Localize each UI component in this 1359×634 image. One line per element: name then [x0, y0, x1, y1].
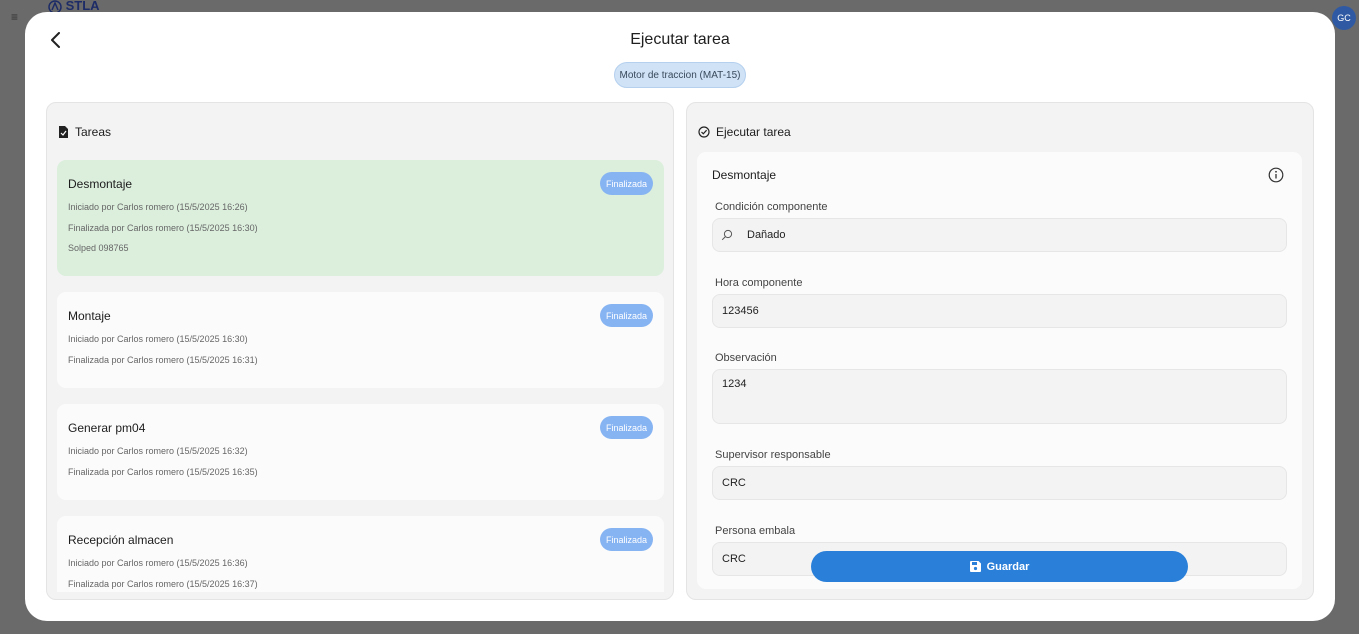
task-item-montaje[interactable]: Montaje Finalizada Iniciado por Carlos r…	[57, 292, 664, 388]
packer-label: Persona embala	[715, 525, 796, 537]
form-task-name: Desmontaje	[712, 168, 777, 182]
menu-icon: ≡	[11, 10, 19, 24]
task-started: Iniciado por Carlos romero (15/5/2025 16…	[68, 334, 248, 344]
task-started: Iniciado por Carlos romero (15/5/2025 16…	[68, 202, 248, 212]
condition-label: Condición componente	[715, 201, 828, 213]
status-badge: Finalizada	[599, 416, 653, 439]
modal-title: Ejecutar tarea	[630, 31, 730, 48]
check-circle-icon	[698, 126, 710, 138]
execute-panel: Ejecutar tarea Desmontaje Condición comp…	[686, 102, 1314, 600]
task-finished: Finalizada por Carlos romero (15/5/2025 …	[68, 579, 258, 589]
search-icon	[721, 229, 733, 241]
task-finished: Finalizada por Carlos romero (15/5/2025 …	[68, 467, 258, 477]
execute-form: Desmontaje Condición componente Dañado H…	[697, 152, 1302, 589]
execute-panel-header: Ejecutar tarea	[698, 125, 791, 139]
condition-select[interactable]: Dañado	[712, 218, 1287, 252]
task-name: Desmontaje	[68, 177, 133, 191]
execute-panel-title: Ejecutar tarea	[716, 125, 791, 139]
asset-chip: Motor de traccion (MAT-15)	[614, 62, 746, 88]
avatar[interactable]: GC	[1332, 6, 1356, 30]
task-item-desmontaje[interactable]: Desmontaje Finalizada Iniciado por Carlo…	[57, 160, 664, 276]
task-name: Generar pm04	[68, 421, 146, 435]
status-badge: Finalizada	[599, 528, 653, 551]
task-item-recepcion-almacen[interactable]: Recepción almacen Finalizada Iniciado po…	[57, 516, 664, 592]
save-button[interactable]: Guardar	[811, 551, 1188, 582]
task-name: Montaje	[68, 309, 111, 323]
task-name: Recepción almacen	[68, 533, 174, 547]
supervisor-label: Supervisor responsable	[715, 449, 831, 461]
task-extra: Solped 098765	[68, 243, 129, 253]
observation-textarea[interactable]: 1234	[712, 369, 1287, 424]
floppy-disk-icon	[969, 561, 981, 572]
tasks-panel-header: Tareas	[58, 125, 111, 139]
task-started: Iniciado por Carlos romero (15/5/2025 16…	[68, 446, 248, 456]
task-finished: Finalizada por Carlos romero (15/5/2025 …	[68, 355, 258, 365]
task-finished: Finalizada por Carlos romero (15/5/2025 …	[68, 223, 258, 233]
tasks-panel-title: Tareas	[75, 125, 112, 139]
save-button-label: Guardar	[986, 560, 1030, 573]
task-item-generar-pm04[interactable]: Generar pm04 Finalizada Iniciado por Car…	[57, 404, 664, 500]
hours-label: Hora componente	[715, 277, 803, 289]
supervisor-input[interactable]: CRC	[712, 466, 1287, 500]
status-badge: Finalizada	[599, 304, 653, 327]
status-badge: Finalizada	[599, 172, 653, 195]
observation-label: Observación	[715, 352, 777, 364]
tasks-panel: Tareas Desmontaje Finalizada Iniciado po…	[46, 102, 674, 600]
hours-input[interactable]: 123456	[712, 294, 1287, 328]
info-icon[interactable]	[1268, 167, 1284, 183]
execute-task-modal: Ejecutar tarea Motor de traccion (MAT-15…	[25, 12, 1335, 621]
condition-value: Dañado	[747, 229, 786, 241]
task-started: Iniciado por Carlos romero (15/5/2025 16…	[68, 558, 248, 568]
task-list[interactable]: Desmontaje Finalizada Iniciado por Carlo…	[57, 160, 664, 592]
document-icon	[59, 126, 68, 138]
